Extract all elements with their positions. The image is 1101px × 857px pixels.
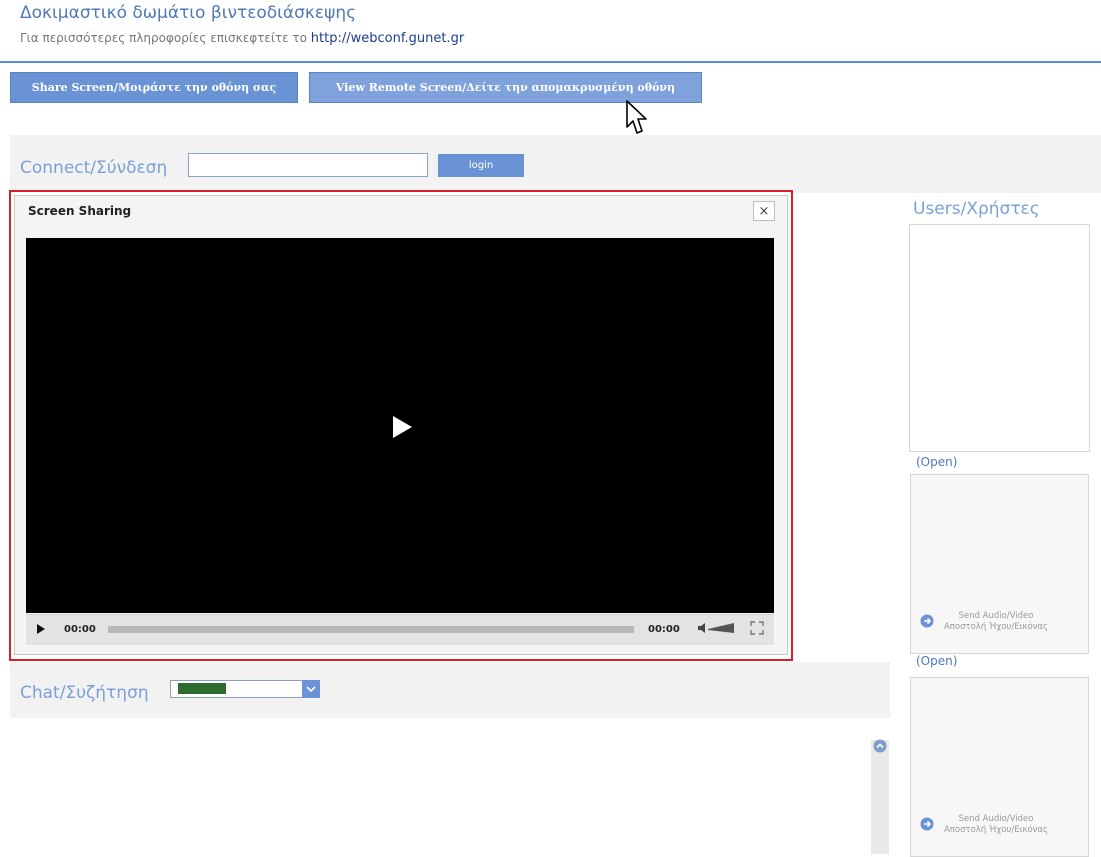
open-link[interactable]: (Open) xyxy=(916,654,957,668)
time-duration: 00:00 xyxy=(648,624,680,635)
header-divider xyxy=(0,61,1101,63)
scroll-up-icon[interactable] xyxy=(873,739,887,753)
seek-bar[interactable] xyxy=(108,626,634,633)
send-av-label[interactable]: Send Audio/Video Αποστολή Ήχου/Εικόνας xyxy=(941,814,1051,836)
send-av-label[interactable]: Send Audio/Video Αποστολή Ήχου/Εικόνας xyxy=(941,611,1051,633)
arrow-right-circle-icon[interactable] xyxy=(920,817,934,831)
send-av-label-en: Send Audio/Video xyxy=(958,611,1034,621)
send-av-label-en: Send Audio/Video xyxy=(958,814,1034,824)
play-icon[interactable] xyxy=(35,623,47,635)
connect-label: Connect/Σύνδεση xyxy=(20,158,168,178)
play-icon[interactable] xyxy=(390,414,414,440)
share-screen-button[interactable]: Share Screen/Μοιράστε την οθόνη σας xyxy=(10,72,298,103)
subtitle-text: Για περισσότερες πληροφορίες επισκεφτείτ… xyxy=(20,31,307,45)
volume-icon[interactable] xyxy=(696,620,736,636)
fullscreen-icon[interactable] xyxy=(750,621,764,635)
users-list[interactable] xyxy=(909,224,1090,452)
users-label: Users/Χρήστες xyxy=(913,199,1040,219)
chat-scrollbar[interactable] xyxy=(871,740,889,854)
av-panel: Send Audio/Video Αποστολή Ήχου/Εικόνας xyxy=(910,474,1089,654)
time-elapsed: 00:00 xyxy=(64,624,96,635)
close-icon[interactable]: × xyxy=(753,201,775,221)
chat-label: Chat/Συζήτηση xyxy=(20,683,149,703)
screen-sharing-title: Screen Sharing xyxy=(28,204,132,218)
send-av-label-gr: Αποστολή Ήχου/Εικόνας xyxy=(943,622,1049,632)
mouse-cursor-icon xyxy=(626,100,647,134)
send-av-label-gr: Αποστολή Ήχου/Εικόνας xyxy=(943,825,1049,835)
dropdown-arrow-icon[interactable] xyxy=(302,680,320,698)
open-link[interactable]: (Open) xyxy=(916,455,957,469)
chat-color-swatch xyxy=(178,683,226,694)
arrow-right-circle-icon[interactable] xyxy=(920,614,934,628)
room-subtitle: Για περισσότερες πληροφορίες επισκεφτείτ… xyxy=(20,31,464,46)
webconf-link[interactable]: http://webconf.gunet.gr xyxy=(311,31,464,46)
connect-name-input[interactable] xyxy=(188,153,428,177)
room-title: Δοκιμαστικό δωμάτιο βιντεοδιάσκεψης xyxy=(20,3,357,23)
av-panel: Send Audio/Video Αποστολή Ήχου/Εικόνας xyxy=(910,677,1089,857)
connect-bar xyxy=(10,135,1101,193)
login-button[interactable]: login xyxy=(438,154,524,177)
